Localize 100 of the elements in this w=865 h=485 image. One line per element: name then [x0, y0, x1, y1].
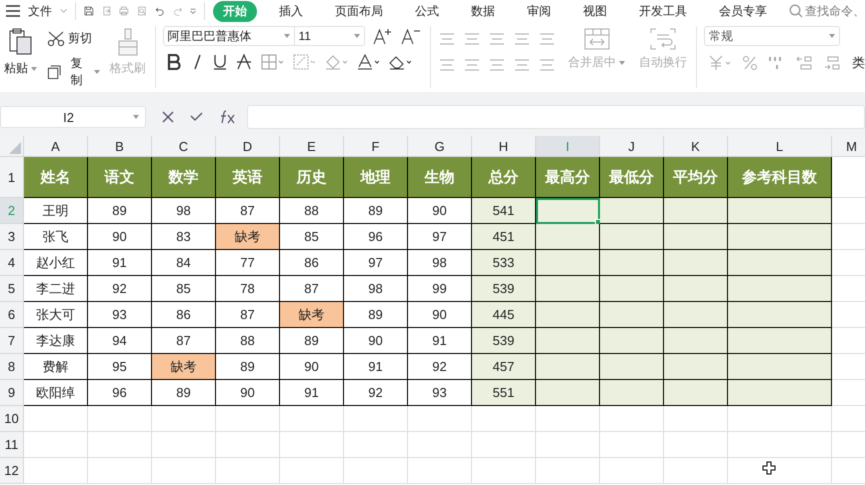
column-header[interactable]: A: [24, 136, 88, 157]
table-cell: [536, 276, 600, 302]
table-cell: [664, 224, 728, 250]
underline-icon[interactable]: [212, 54, 226, 70]
header-cell: 参考科目数: [728, 157, 832, 198]
table-cell: [536, 354, 600, 380]
column-header[interactable]: K: [664, 136, 728, 157]
table-cell: 91: [280, 380, 344, 406]
table-cell: 91: [344, 354, 408, 380]
font-family-dropdown[interactable]: 阿里巴巴普惠体: [162, 26, 294, 46]
column-header[interactable]: G: [408, 136, 472, 157]
borders-icon[interactable]: [260, 54, 282, 70]
row-header[interactable]: 12: [0, 458, 24, 484]
checkmark-icon[interactable]: [190, 112, 203, 122]
table-cell: 78: [216, 276, 280, 302]
decrease-indent-icon[interactable]: [513, 32, 532, 46]
copy-button[interactable]: 复制: [47, 55, 100, 89]
font-size-dropdown[interactable]: 11: [294, 26, 364, 46]
table-cell: 77: [216, 250, 280, 276]
menu-icon[interactable]: [6, 5, 20, 17]
wrap-text-icon: [650, 28, 676, 50]
row-header[interactable]: 9: [0, 380, 24, 406]
column-header[interactable]: L: [728, 136, 832, 157]
row-header[interactable]: 6: [0, 302, 24, 328]
font-color-icon[interactable]: [356, 54, 378, 70]
search-field[interactable]: 查找命令、: [805, 2, 865, 20]
clipboard-icon: [8, 28, 34, 56]
column-header[interactable]: M: [832, 136, 865, 157]
increase-decimal-icon[interactable]: [796, 55, 814, 71]
align-bottom-icon[interactable]: [488, 32, 506, 46]
formula-input[interactable]: [247, 105, 865, 129]
select-all-icon[interactable]: [9, 142, 21, 154]
table-cell: 96: [88, 380, 152, 406]
column-header[interactable]: D: [216, 136, 280, 157]
chevron-down-icon[interactable]: [60, 7, 68, 15]
strikethrough-icon[interactable]: [236, 54, 250, 70]
align-top-icon[interactable]: [438, 32, 456, 46]
distributed-icon[interactable]: [538, 58, 556, 72]
row-header[interactable]: 1: [0, 157, 24, 198]
table-cell: 98: [152, 198, 216, 224]
cell-style-icon[interactable]: [292, 54, 314, 70]
column-header[interactable]: E: [280, 136, 344, 157]
empty-cell: [88, 406, 152, 432]
ribbon-tab[interactable]: 开发工具: [629, 0, 697, 22]
increase-font-size-icon[interactable]: [372, 27, 392, 45]
empty-cell: [88, 458, 152, 484]
increase-indent-icon[interactable]: [538, 32, 556, 46]
table-cell: 551: [472, 380, 536, 406]
header-cell: 最高分: [536, 157, 600, 198]
cut-button[interactable]: 剪切: [47, 30, 100, 47]
currency-icon[interactable]: [708, 55, 732, 71]
row-header[interactable]: 5: [0, 276, 24, 302]
table-cell: 李达康: [24, 328, 88, 354]
name-box[interactable]: I2: [0, 106, 146, 128]
more-icon[interactable]: [190, 6, 196, 16]
bold-icon[interactable]: [166, 54, 180, 70]
justify-icon[interactable]: [513, 58, 532, 72]
row-header[interactable]: 7: [0, 328, 24, 354]
percent-icon[interactable]: [742, 55, 758, 71]
row-header[interactable]: 11: [0, 432, 24, 458]
row-header[interactable]: 8: [0, 354, 24, 380]
align-middle-icon[interactable]: [463, 32, 482, 46]
number-format-dropdown[interactable]: 常规: [704, 26, 840, 46]
column-header[interactable]: C: [152, 136, 216, 157]
table-cell: 缺考: [152, 354, 216, 380]
ribbon-tab[interactable]: 页面布局: [325, 0, 393, 22]
header-cell: 总分: [472, 157, 536, 198]
row-header[interactable]: 10: [0, 406, 24, 432]
table-cell: [664, 380, 728, 406]
type-label[interactable]: 类: [852, 54, 865, 72]
empty-cell: [472, 406, 536, 432]
column-header[interactable]: B: [88, 136, 152, 157]
column-header[interactable]: J: [600, 136, 664, 157]
table-cell: 92: [344, 380, 408, 406]
caret-icon: [94, 70, 100, 74]
empty-cell: [472, 458, 536, 484]
align-left-icon[interactable]: [438, 58, 456, 72]
table-cell: 451: [472, 224, 536, 250]
row-header[interactable]: 3: [0, 224, 24, 250]
paste-button[interactable]: 粘贴: [2, 26, 39, 79]
table-cell: 85: [152, 276, 216, 302]
eraser-icon[interactable]: [388, 54, 410, 70]
column-header[interactable]: F: [344, 136, 408, 157]
decrease-decimal-icon[interactable]: [824, 55, 842, 71]
cancel-icon[interactable]: [162, 111, 174, 123]
ribbon-tab[interactable]: 审阅: [517, 0, 561, 22]
caret-icon: [829, 34, 836, 38]
ribbon-tab[interactable]: 公式: [405, 0, 449, 22]
fill-color-icon[interactable]: [324, 54, 346, 70]
align-right-icon[interactable]: [488, 58, 506, 72]
align-center-icon[interactable]: [463, 58, 482, 72]
row-header[interactable]: 4: [0, 250, 24, 276]
ribbon-tab[interactable]: 视图: [573, 0, 617, 22]
ribbon-tab[interactable]: 会员专享: [709, 0, 777, 22]
decrease-font-size-icon[interactable]: [400, 27, 420, 45]
ribbon-tab[interactable]: 插入: [269, 0, 313, 22]
file-menu[interactable]: 文件: [28, 0, 52, 22]
ribbon-tab[interactable]: 数据: [461, 0, 505, 22]
column-header[interactable]: H: [472, 136, 536, 157]
function-icon[interactable]: [219, 110, 237, 124]
